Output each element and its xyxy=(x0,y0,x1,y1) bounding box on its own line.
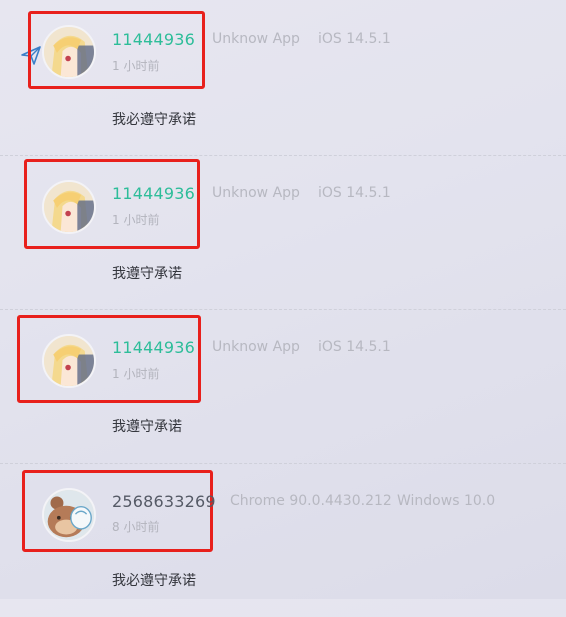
os-version: iOS 14.5.1 xyxy=(318,339,391,355)
user-avatar[interactable] xyxy=(42,488,96,542)
post-time: 1 小时前 xyxy=(112,367,160,381)
comment-text: 我遵守承诺 xyxy=(112,266,182,282)
comment-item: 11444936 1 小时前 Unknow App iOS 14.5.1 我遵守… xyxy=(0,309,566,463)
user-id[interactable]: 2568633269 xyxy=(112,492,216,511)
os-version: Windows 10.0 xyxy=(397,493,496,509)
anime-girl-avatar-icon xyxy=(44,182,94,232)
user-avatar[interactable] xyxy=(42,25,96,79)
comment-text: 我遵守承诺 xyxy=(112,419,182,435)
anime-girl-avatar-icon xyxy=(44,336,94,386)
comment-list: 11444936 1 小时前 Unknow App iOS 14.5.1 我必遵… xyxy=(0,0,566,599)
app-name: Unknow App xyxy=(212,339,300,355)
comment-item: 11444936 1 小时前 Unknow App iOS 14.5.1 我遵守… xyxy=(0,155,566,309)
os-version: iOS 14.5.1 xyxy=(318,185,391,201)
user-id[interactable]: 11444936 xyxy=(112,30,195,49)
bear-avatar-icon xyxy=(44,490,94,540)
comment-item: 11444936 1 小时前 Unknow App iOS 14.5.1 我必遵… xyxy=(0,0,566,153)
app-name: Unknow App xyxy=(212,185,300,201)
comment-text: 我必遵守承诺 xyxy=(112,573,196,589)
post-time: 8 小时前 xyxy=(112,520,160,534)
user-id[interactable]: 11444936 xyxy=(112,338,195,357)
user-avatar[interactable] xyxy=(42,180,96,234)
post-time: 1 小时前 xyxy=(112,59,160,73)
os-version: iOS 14.5.1 xyxy=(318,31,391,47)
user-avatar[interactable] xyxy=(42,334,96,388)
user-id[interactable]: 11444936 xyxy=(112,184,195,203)
anime-girl-avatar-icon xyxy=(44,27,94,77)
comment-text: 我必遵守承诺 xyxy=(112,112,196,128)
browser-name: Chrome 90.0.4430.212 xyxy=(230,493,392,509)
comment-item: 2568633269 8 小时前 Chrome 90.0.4430.212 Wi… xyxy=(0,463,566,617)
app-name: Unknow App xyxy=(212,31,300,47)
post-time: 1 小时前 xyxy=(112,213,160,227)
